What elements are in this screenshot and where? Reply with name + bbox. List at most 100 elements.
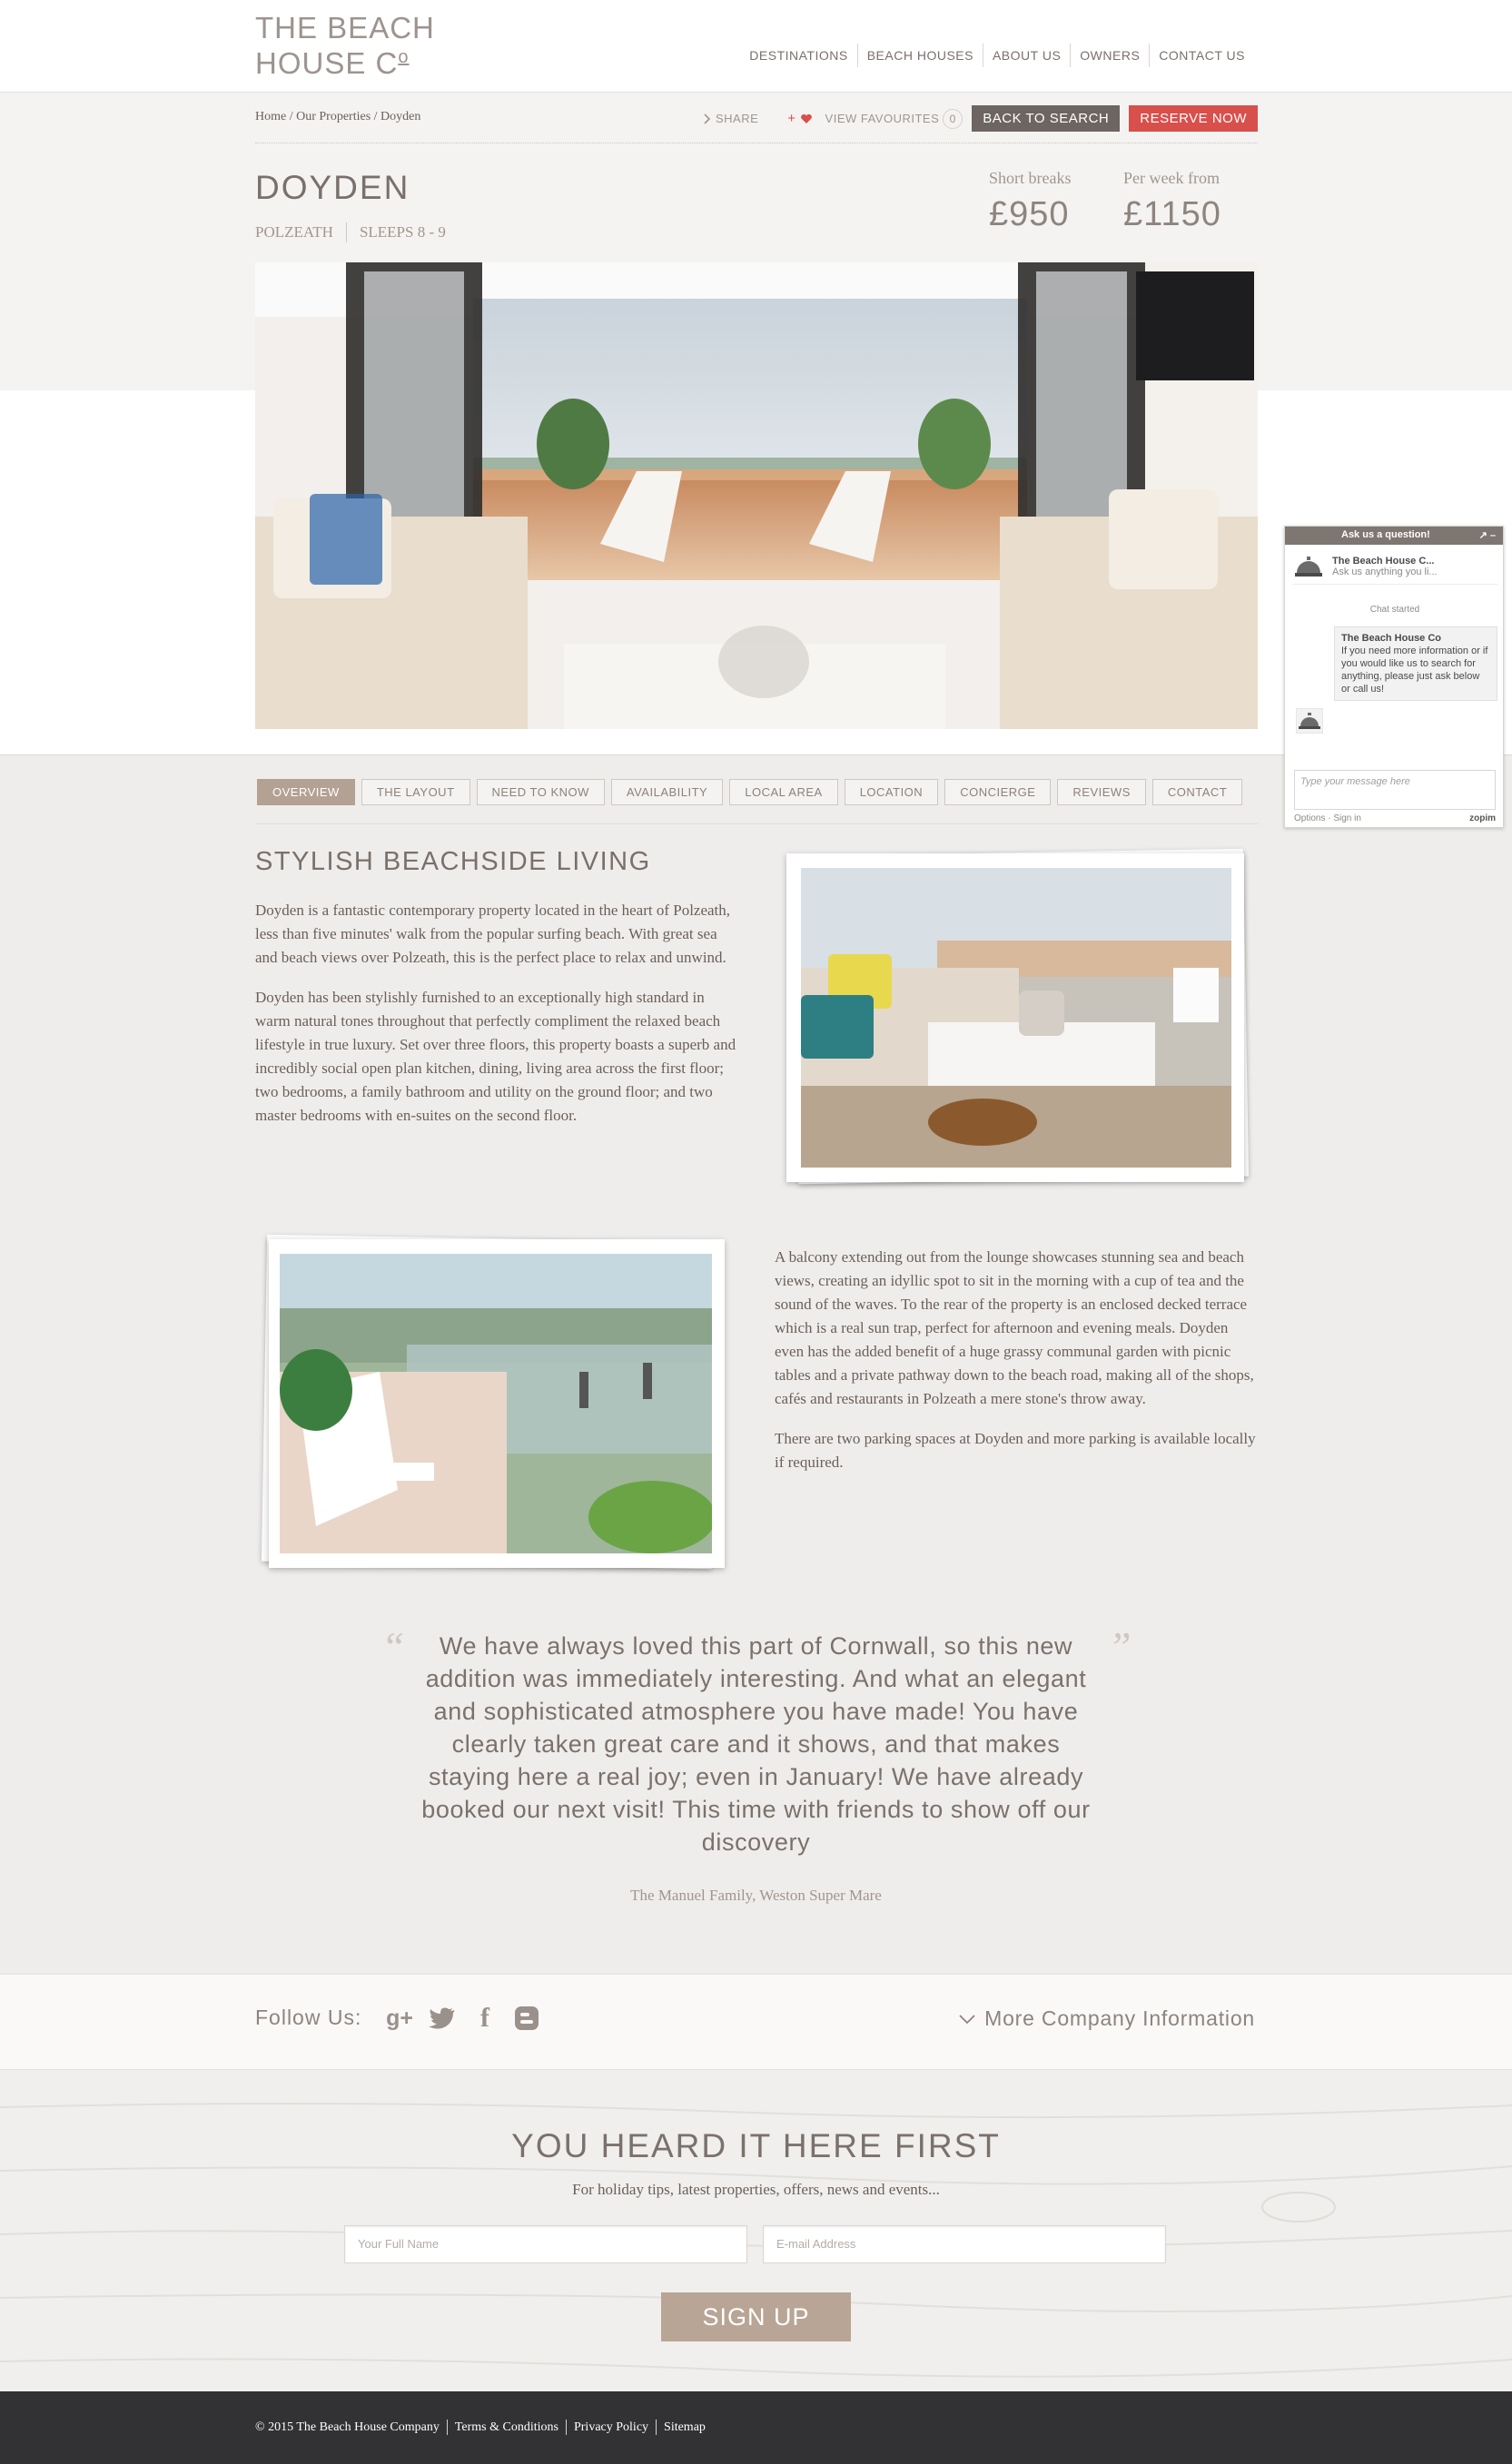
logo-line-2-text: HOUSE C xyxy=(255,46,399,80)
chat-window-controls[interactable]: ↗ – xyxy=(1479,529,1496,541)
reserve-now-button[interactable]: RESERVE NOW xyxy=(1129,105,1258,132)
social-links: g+ f xyxy=(386,2003,539,2034)
tab-need-to-know[interactable]: NEED TO KNOW xyxy=(476,779,605,805)
chat-message-sender: The Beach House Co xyxy=(1341,633,1442,644)
zopim-logo: zopim xyxy=(1469,813,1496,823)
service-bell-icon xyxy=(1292,552,1325,581)
footer-links: © 2015 The Beach House Company Terms & C… xyxy=(255,2420,713,2435)
full-name-input[interactable]: Your Full Name xyxy=(344,2225,747,2263)
email-input[interactable]: E-mail Address xyxy=(763,2225,1166,2263)
twitter-icon[interactable] xyxy=(429,2006,456,2030)
view-favourites-link[interactable]: + VIEW FAVOURITES 0 xyxy=(787,108,964,129)
newsletter-title: YOU HEARD IT HERE FIRST xyxy=(511,2127,1001,2164)
hero-image xyxy=(255,262,1258,729)
divider xyxy=(345,222,347,242)
logo-line-2: HOUSE Co xyxy=(255,43,435,78)
share-icon xyxy=(704,113,711,124)
sign-up-button[interactable]: SIGN UP xyxy=(661,2292,851,2341)
logo-superscript: o xyxy=(398,47,410,67)
site-footer xyxy=(0,2391,1512,2464)
lounge-photo xyxy=(786,853,1244,1182)
open-quote-icon: “ xyxy=(381,1623,405,1670)
property-sleeps: SLEEPS 8 - 9 xyxy=(359,223,446,241)
tab-contact[interactable]: CONTACT xyxy=(1151,779,1243,805)
per-week-value: £1150 xyxy=(1123,195,1221,233)
terms-link[interactable]: Terms & Conditions xyxy=(446,2420,566,2435)
section-title: STYLISH BEACHSIDE LIVING xyxy=(255,847,651,876)
chat-agent-card: The Beach House C... Ask us anything you… xyxy=(1292,548,1497,585)
nav-contact-us[interactable]: CONTACT US xyxy=(1149,44,1254,67)
site-logo[interactable]: THE BEACH HOUSE Co xyxy=(255,13,435,78)
chat-message-input[interactable]: Type your message here xyxy=(1294,770,1496,810)
tab-the-layout[interactable]: THE LAYOUT xyxy=(361,779,470,805)
balcony-photo xyxy=(269,1239,725,1568)
chevron-down-icon xyxy=(959,2014,975,2024)
main-nav: DESTINATIONS BEACH HOUSES ABOUT US OWNER… xyxy=(740,44,1254,67)
chat-footer: Options · Sign in zopim xyxy=(1294,813,1496,823)
tab-overview[interactable]: OVERVIEW xyxy=(257,779,355,805)
back-to-search-button[interactable]: BACK TO SEARCH xyxy=(972,105,1121,132)
heart-icon xyxy=(800,113,812,123)
breadcrumb-separator: / xyxy=(371,110,381,123)
privacy-link[interactable]: Privacy Policy xyxy=(565,2420,656,2435)
more-company-info-label: More Company Information xyxy=(984,2006,1255,2030)
tab-concierge[interactable]: CONCIERGE xyxy=(944,779,1052,805)
facebook-icon[interactable]: f xyxy=(471,2003,499,2034)
favourites-count-badge: 0 xyxy=(943,108,964,129)
divider xyxy=(255,823,1258,824)
plus-icon: + xyxy=(787,111,796,126)
blogger-icon[interactable] xyxy=(514,2006,539,2031)
overview-text-2: A balcony extending out from the lounge … xyxy=(775,1246,1260,1491)
property-title: DOYDEN xyxy=(255,169,410,206)
site-header: THE BEACH HOUSE Co DESTINATIONS BEACH HO… xyxy=(0,0,1512,93)
paragraph: Doyden is a fantastic contemporary prope… xyxy=(255,902,731,966)
close-quote-icon: ” xyxy=(1108,1623,1132,1670)
nav-about-us[interactable]: ABOUT US xyxy=(982,44,1070,67)
chat-agent-name: The Beach House C... xyxy=(1332,555,1435,567)
short-breaks-price: Short breaks £950 xyxy=(989,169,1071,234)
chat-message-text: If you need more information or if you w… xyxy=(1341,646,1488,695)
short-breaks-value: £950 xyxy=(989,195,1070,233)
chat-started-label: Chat started xyxy=(1369,605,1420,615)
newsletter-subtitle: For holiday tips, latest properties, off… xyxy=(572,2181,940,2198)
breadcrumb-current: Doyden xyxy=(380,110,421,123)
follow-label: Follow Us: xyxy=(255,2006,362,2029)
breadcrumb-separator: / xyxy=(286,110,297,123)
chat-header[interactable]: Ask us a question! ↗ – xyxy=(1285,527,1503,545)
chat-agent-info: The Beach House C... Ask us anything you… xyxy=(1332,556,1438,577)
share-link[interactable]: SHARE xyxy=(703,112,758,125)
property-tabs: OVERVIEW THE LAYOUT NEED TO KNOW AVAILAB… xyxy=(257,779,1243,805)
copyright-text: © 2015 The Beach House Company xyxy=(255,2420,440,2434)
paragraph: A balcony extending out from the lounge … xyxy=(775,1248,1254,1407)
chat-options-link[interactable]: Options · Sign in xyxy=(1294,813,1361,823)
favourites-label: VIEW FAVOURITES xyxy=(825,112,940,125)
paragraph: Doyden has been stylishly furnished to a… xyxy=(255,989,736,1124)
breadcrumb-properties[interactable]: Our Properties xyxy=(296,110,371,123)
logo-line-1: THE BEACH xyxy=(255,11,435,44)
service-bell-icon xyxy=(1295,707,1324,735)
short-breaks-label: Short breaks xyxy=(989,169,1072,187)
overview-text-1: Doyden is a fantastic contemporary prope… xyxy=(255,899,736,1144)
property-location: POLZEATH xyxy=(255,223,333,241)
share-label: SHARE xyxy=(715,112,759,125)
breadcrumb-home[interactable]: Home xyxy=(255,110,286,123)
tab-availability[interactable]: AVAILABILITY xyxy=(610,779,724,805)
nav-beach-houses[interactable]: BEACH HOUSES xyxy=(856,44,983,67)
property-actions: SHARE + VIEW FAVOURITES 0 BACK TO SEARCH… xyxy=(703,105,1258,132)
per-week-label: Per week from xyxy=(1123,169,1220,187)
tab-location[interactable]: LOCATION xyxy=(844,779,939,805)
chat-widget: Ask us a question! ↗ – The Beach House C… xyxy=(1284,526,1504,828)
tab-reviews[interactable]: REVIEWS xyxy=(1057,779,1146,805)
paragraph: There are two parking spaces at Doyden a… xyxy=(775,1430,1256,1471)
google-plus-icon[interactable]: g+ xyxy=(386,2006,413,2032)
sitemap-link[interactable]: Sitemap xyxy=(656,2420,713,2435)
nav-owners[interactable]: OWNERS xyxy=(1070,44,1149,67)
chat-message: The Beach House Co If you need more info… xyxy=(1334,626,1497,701)
testimonial-author: The Manuel Family, Weston Super Mare xyxy=(630,1887,882,1904)
property-subtitle: POLZEATH SLEEPS 8 - 9 xyxy=(255,222,446,242)
chat-agent-subtitle: Ask us anything you li... xyxy=(1332,566,1438,577)
tab-local-area[interactable]: LOCAL AREA xyxy=(729,779,838,805)
more-company-info-toggle[interactable]: More Company Information xyxy=(959,2006,1255,2031)
testimonial-quote: We have always loved this part of Cornwa… xyxy=(421,1632,1091,1856)
nav-destinations[interactable]: DESTINATIONS xyxy=(740,44,856,67)
